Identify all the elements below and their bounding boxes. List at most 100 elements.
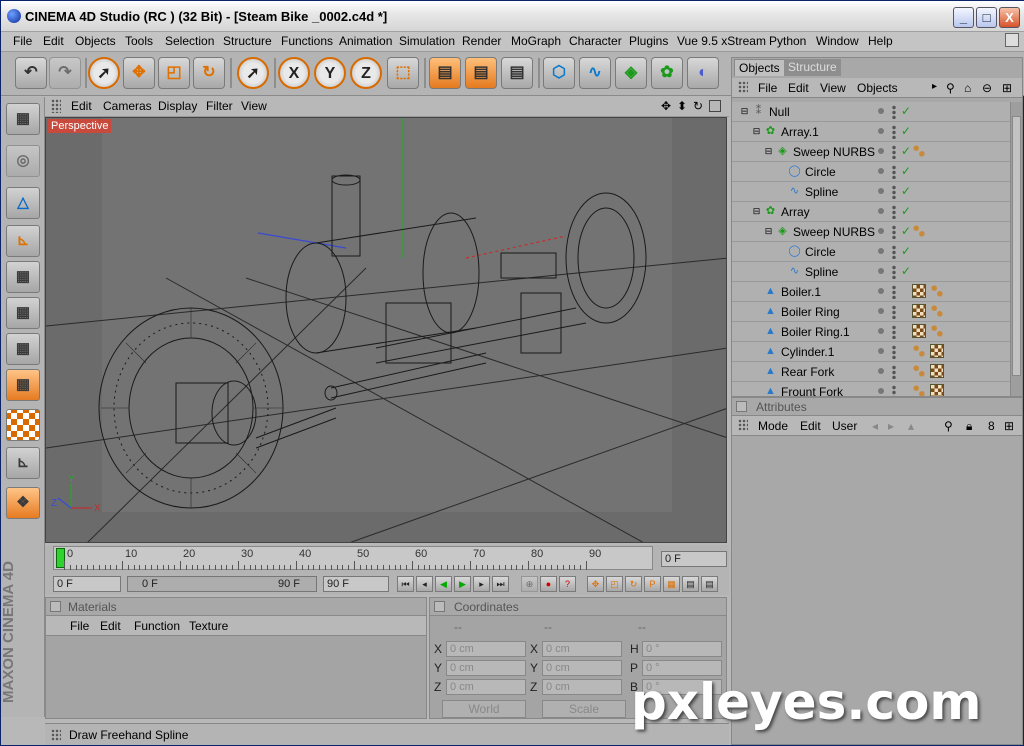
enabled-check-icon[interactable]: ✓ [901, 204, 911, 218]
key-scale-icon[interactable]: ◰ [606, 576, 623, 592]
menu-mograph[interactable]: MoGraph [511, 34, 561, 48]
object-name[interactable]: Spline [805, 185, 838, 199]
x-axis-lock-button[interactable]: X [278, 57, 310, 89]
play-backwards-icon[interactable]: ◀ [435, 576, 452, 592]
expand-collapse-icon[interactable]: ⊟ [762, 225, 775, 238]
previous-frame-icon[interactable]: ◂ [416, 576, 433, 592]
live-selection-icon[interactable]: ➚ [88, 57, 120, 89]
visibility-dots-icon[interactable] [892, 325, 896, 339]
phong-tag-icon[interactable] [930, 284, 944, 298]
texture-tag-icon[interactable] [930, 364, 944, 378]
title-bar[interactable]: CINEMA 4D Studio (RC ) (32 Bit) - [Steam… [1, 1, 1024, 32]
object-list-scrollbar[interactable] [1010, 102, 1022, 396]
enabled-check-icon[interactable]: ✓ [901, 244, 911, 258]
object-name[interactable]: Circle [805, 245, 836, 259]
expand-arrow-icon[interactable]: ▸ [932, 81, 937, 92]
object-axis-icon[interactable]: ⊾ [6, 225, 40, 257]
menu-edit[interactable]: Edit [43, 34, 64, 48]
link-icon[interactable]: 8 [988, 419, 995, 433]
texture-tag-icon[interactable] [930, 384, 944, 396]
layer-dot-icon[interactable] [878, 148, 884, 154]
phong-tag-icon[interactable] [912, 224, 926, 238]
layer-dot-icon[interactable] [878, 328, 884, 334]
object-name[interactable]: Array [781, 205, 810, 219]
switch-view-icon[interactable] [709, 100, 721, 112]
z-axis-lock-button[interactable]: Z [350, 57, 382, 89]
materials-menu-texture[interactable]: Texture [189, 619, 228, 633]
spline-icon[interactable]: ∿ [579, 57, 611, 89]
edges-mode-icon[interactable]: ▦ [6, 297, 40, 329]
object-row[interactable]: ∿ Spline ✓ [732, 182, 1010, 202]
enabled-check-icon[interactable]: ✓ [901, 124, 911, 138]
scale-icon[interactable]: ◰ [158, 57, 190, 89]
viewport-menu-edit[interactable]: Edit [71, 99, 92, 113]
enabled-check-icon[interactable]: ✓ [901, 224, 911, 238]
texture-mode-icon[interactable]: ▦ [6, 369, 40, 401]
rot-h-field[interactable]: 0 ° [642, 641, 722, 657]
array-icon[interactable]: ✿ [651, 57, 683, 89]
autokey-icon[interactable]: ? [559, 576, 576, 592]
object-row[interactable]: ▲ Boiler Ring [732, 302, 1010, 322]
visibility-dots-icon[interactable] [892, 345, 896, 359]
record-active-icon[interactable]: ● [540, 576, 557, 592]
layer-dot-icon[interactable] [878, 228, 884, 234]
menu-selection[interactable]: Selection [165, 34, 214, 48]
recent-tool-icon[interactable]: ➚ [237, 57, 269, 89]
menu-structure[interactable]: Structure [223, 34, 272, 48]
object-name[interactable]: Frount Fork [781, 385, 843, 396]
menu-help[interactable]: Help [868, 34, 893, 48]
menu-file[interactable]: File [13, 34, 32, 48]
visibility-dots-icon[interactable] [892, 125, 896, 139]
object-row[interactable]: ▲ Boiler.1 [732, 282, 1010, 302]
panel-checkbox-icon[interactable] [736, 401, 747, 412]
redo-icon[interactable]: ↷ [49, 57, 81, 89]
materials-menu-function[interactable]: Function [134, 619, 180, 633]
move-icon[interactable]: ✥ [123, 57, 155, 89]
deformer-icon[interactable]: ◐ [687, 57, 719, 89]
object-name[interactable]: Spline [805, 265, 838, 279]
start-frame-field[interactable]: 0 F [53, 576, 121, 592]
tab-structure[interactable]: Structure [784, 59, 841, 76]
object-name[interactable]: Sweep NURBS [793, 225, 875, 239]
menu-tools[interactable]: Tools [125, 34, 153, 48]
object-row[interactable]: ∿ Spline ✓ [732, 262, 1010, 282]
visibility-dots-icon[interactable] [892, 185, 896, 199]
phong-tag-icon[interactable] [912, 384, 926, 396]
size-x-field[interactable]: 0 cm [542, 641, 622, 657]
enabled-check-icon[interactable]: ✓ [901, 164, 911, 178]
model-mode-icon[interactable]: ▦ [6, 103, 40, 135]
rotate-view-icon[interactable]: ↻ [693, 99, 703, 113]
grip-icon[interactable] [738, 81, 748, 93]
visibility-dots-icon[interactable] [892, 365, 896, 379]
key-pla-icon[interactable]: ▦ [663, 576, 680, 592]
materials-menu-file[interactable]: File [70, 619, 89, 633]
go-to-end-icon[interactable]: ⏭ [492, 576, 509, 592]
layer-dot-icon[interactable] [878, 188, 884, 194]
close-button[interactable]: X [999, 7, 1020, 28]
maximize-button[interactable]: □ [976, 7, 997, 28]
pos-z-field[interactable]: 0 cm [446, 679, 526, 695]
menu-python[interactable]: Python [769, 34, 806, 48]
viewport-menu-cameras[interactable]: Cameras [103, 99, 152, 113]
phong-tag-icon[interactable] [912, 364, 926, 378]
object-row[interactable]: ◯ Circle ✓ [732, 162, 1010, 182]
object-name[interactable]: Array.1 [781, 125, 819, 139]
uv-texture-icon[interactable] [6, 409, 40, 441]
layer-dot-icon[interactable] [878, 208, 884, 214]
size-mode-dropdown[interactable]: Scale [542, 700, 626, 718]
search-icon[interactable]: ⚲ [944, 419, 953, 433]
object-row[interactable]: ▲ Rear Fork [732, 362, 1010, 382]
menu-plugins[interactable]: Plugins [629, 34, 668, 48]
search-icon[interactable]: ⚲ [946, 81, 955, 95]
attributes-menu-user[interactable]: User [832, 419, 857, 433]
frame-range-slider[interactable]: 0 F 90 F [127, 576, 317, 592]
layer-dot-icon[interactable] [878, 288, 884, 294]
layer-dot-icon[interactable] [878, 388, 884, 394]
interpolation-icon[interactable]: ▤ [682, 576, 699, 592]
object-row[interactable]: ⊟ ◈ Sweep NURBS ✓ [732, 142, 1010, 162]
objects-menu-edit[interactable]: Edit [788, 81, 809, 95]
object-name[interactable]: Circle [805, 165, 836, 179]
forward-arrow-icon[interactable]: ▸ [888, 419, 894, 433]
layout-icon[interactable] [1005, 33, 1019, 47]
expand-collapse-icon[interactable]: ⊟ [762, 145, 775, 158]
